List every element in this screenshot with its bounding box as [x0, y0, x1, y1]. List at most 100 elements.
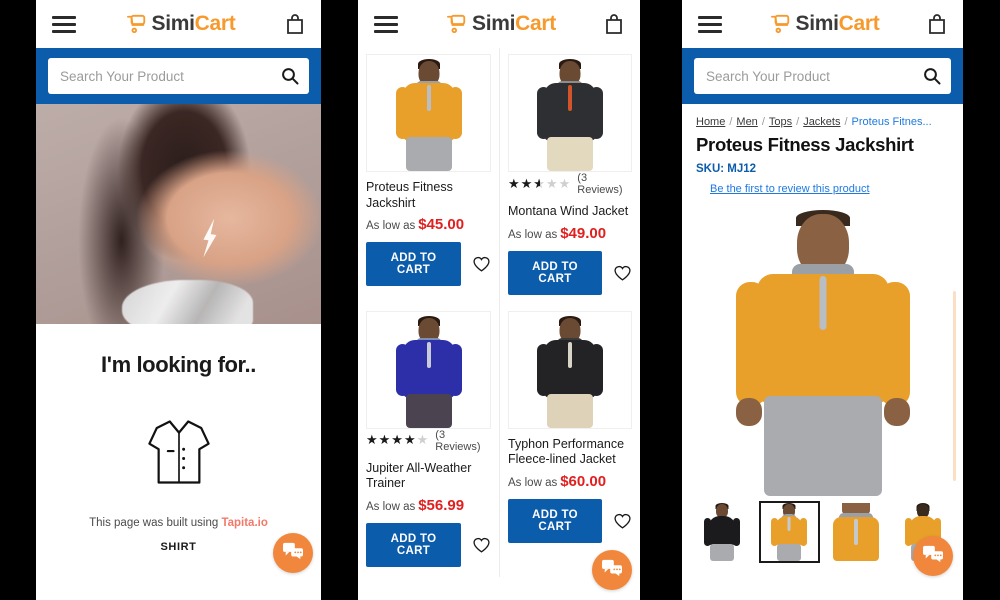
- shirt-icon-wrap[interactable]: [36, 392, 321, 507]
- man-in-blue-hoodie-figure: [392, 315, 466, 428]
- cart-actions: ADD TO CART: [366, 242, 491, 287]
- thumb-black-variant: [702, 503, 742, 561]
- search-bar: [682, 48, 963, 104]
- phone-screen-product-list: SimiCart Proteus Fitness Jackshirt As lo…: [358, 0, 640, 600]
- man-in-black-bomber-figure: [533, 315, 607, 428]
- product-card[interactable]: Proteus Fitness Jackshirt As low as $45.0…: [358, 48, 499, 305]
- looking-for-section: I'm looking for..: [36, 324, 321, 392]
- logo-text-simi: Simi: [472, 12, 516, 35]
- heart-icon[interactable]: [472, 255, 491, 273]
- main-product-image[interactable]: [728, 206, 918, 496]
- product-price: As low as $45.00: [366, 216, 491, 233]
- product-name[interactable]: Jupiter All-Weather Trainer: [366, 461, 491, 492]
- product-name[interactable]: Proteus Fitness Jackshirt: [366, 180, 491, 211]
- breadcrumb-item-tops[interactable]: Tops: [769, 116, 792, 128]
- chat-widget-button[interactable]: [273, 533, 313, 573]
- review-link-wrap: Be the first to review this product: [682, 175, 963, 195]
- thumbnail-item[interactable]: [758, 501, 820, 563]
- cart-logo-icon: [446, 14, 468, 34]
- heart-icon[interactable]: [472, 536, 491, 554]
- chat-widget-button[interactable]: [592, 550, 632, 590]
- product-price: As low as $56.99: [366, 497, 491, 514]
- shirt-icon[interactable]: [142, 414, 216, 495]
- heart-icon[interactable]: [613, 512, 632, 530]
- logo-text-cart: Cart: [838, 12, 880, 35]
- chat-widget-button[interactable]: [913, 536, 953, 576]
- search-icon[interactable]: [281, 67, 299, 85]
- breadcrumb-item-home[interactable]: Home: [696, 116, 725, 128]
- product-image[interactable]: [366, 310, 491, 429]
- heart-icon[interactable]: [613, 264, 632, 282]
- thumbnail-item[interactable]: [825, 501, 887, 563]
- shopping-bag-icon[interactable]: [604, 13, 624, 35]
- product-name[interactable]: Montana Wind Jacket: [508, 204, 632, 220]
- add-to-cart-button[interactable]: ADD TO CART: [508, 498, 602, 543]
- as-low-as-label: As low as: [366, 220, 416, 233]
- star-rating: ★★★★★★★★★★: [366, 433, 430, 449]
- logo-text: SimiCart: [472, 12, 556, 36]
- price-amount: $60.00: [560, 472, 607, 490]
- add-to-cart-button[interactable]: ADD TO CART: [366, 522, 461, 567]
- thumbnail-item[interactable]: [692, 501, 753, 563]
- app-header: SimiCart: [36, 0, 321, 48]
- search-icon[interactable]: [923, 67, 941, 85]
- breadcrumb-separator: /: [761, 116, 765, 128]
- shopping-bag-icon[interactable]: [285, 13, 305, 35]
- product-name[interactable]: Typhon Performance Fleece-lined Jacket: [508, 437, 632, 468]
- price-amount: $56.99: [418, 496, 465, 514]
- price-amount: $49.00: [560, 224, 607, 242]
- thumb-collar-closeup: [832, 503, 879, 561]
- gallery-scroll-indicator[interactable]: [953, 291, 956, 481]
- breadcrumb: Home / Men / Tops / Jackets / Proteus Fi…: [682, 104, 963, 130]
- app-header: SimiCart: [682, 0, 963, 48]
- price-amount: $45.00: [418, 216, 465, 234]
- search-box[interactable]: [48, 58, 309, 94]
- logo-text-simi: Simi: [795, 12, 839, 35]
- product-image[interactable]: [508, 54, 632, 172]
- logo-text-cart: Cart: [194, 12, 236, 35]
- search-box[interactable]: [694, 58, 951, 94]
- chat-bubbles-icon: [922, 544, 944, 569]
- breadcrumb-item-men[interactable]: Men: [736, 116, 757, 128]
- add-to-cart-button[interactable]: ADD TO CART: [366, 242, 461, 287]
- review-count: (3 Reviews): [577, 172, 623, 196]
- hero-sequin-top: [121, 280, 253, 324]
- built-with-credit: This page was built using Tapita.io: [36, 507, 321, 529]
- search-input[interactable]: [60, 68, 281, 84]
- cart-logo-icon: [770, 14, 792, 34]
- add-to-cart-button[interactable]: ADD TO CART: [508, 250, 602, 295]
- product-gallery[interactable]: [682, 195, 963, 497]
- looking-for-heading: I'm looking for..: [101, 352, 256, 377]
- hero-banner-image: [36, 104, 321, 324]
- hamburger-menu-icon[interactable]: [374, 15, 398, 33]
- search-input[interactable]: [706, 68, 923, 84]
- man-in-black-puffer-figure: [533, 59, 607, 171]
- product-card[interactable]: Typhon Performance Fleece-lined Jacket A…: [499, 304, 640, 577]
- breadcrumb-separator: /: [729, 116, 733, 128]
- breadcrumb-separator: /: [796, 116, 800, 128]
- site-logo[interactable]: SimiCart: [126, 12, 236, 36]
- hamburger-menu-icon[interactable]: [52, 15, 76, 33]
- product-rating[interactable]: ★★★★★★★★★★ (3 Reviews): [508, 172, 632, 196]
- as-low-as-label: As low as: [508, 228, 558, 241]
- app-header: SimiCart: [358, 0, 640, 48]
- search-bar: [36, 48, 321, 104]
- cart-logo-icon: [126, 14, 148, 34]
- product-image[interactable]: [508, 310, 632, 429]
- shopping-bag-icon[interactable]: [927, 13, 947, 35]
- site-logo[interactable]: SimiCart: [770, 12, 880, 36]
- be-first-to-review-link[interactable]: Be the first to review this product: [710, 183, 870, 195]
- logo-text: SimiCart: [152, 12, 236, 36]
- as-low-as-label: As low as: [366, 500, 416, 513]
- screenshot-stage: SimiCart I'm looking for..: [0, 0, 1000, 600]
- breadcrumb-item-jackets[interactable]: Jackets: [803, 116, 840, 128]
- site-logo[interactable]: SimiCart: [446, 12, 556, 36]
- hamburger-menu-icon[interactable]: [698, 15, 722, 33]
- product-card[interactable]: ★★★★★★★★★★ (3 Reviews) Jupiter All-Weath…: [358, 305, 499, 577]
- product-image[interactable]: [366, 54, 491, 172]
- tapita-link[interactable]: Tapita.io: [221, 517, 267, 529]
- cart-actions: ADD TO CART: [508, 250, 632, 295]
- breadcrumb-item-current: Proteus Fitnes...: [851, 116, 932, 128]
- product-rating[interactable]: ★★★★★★★★★★ (3 Reviews): [366, 429, 491, 453]
- product-card[interactable]: ★★★★★★★★★★ (3 Reviews) Montana Wind Jack…: [499, 48, 640, 305]
